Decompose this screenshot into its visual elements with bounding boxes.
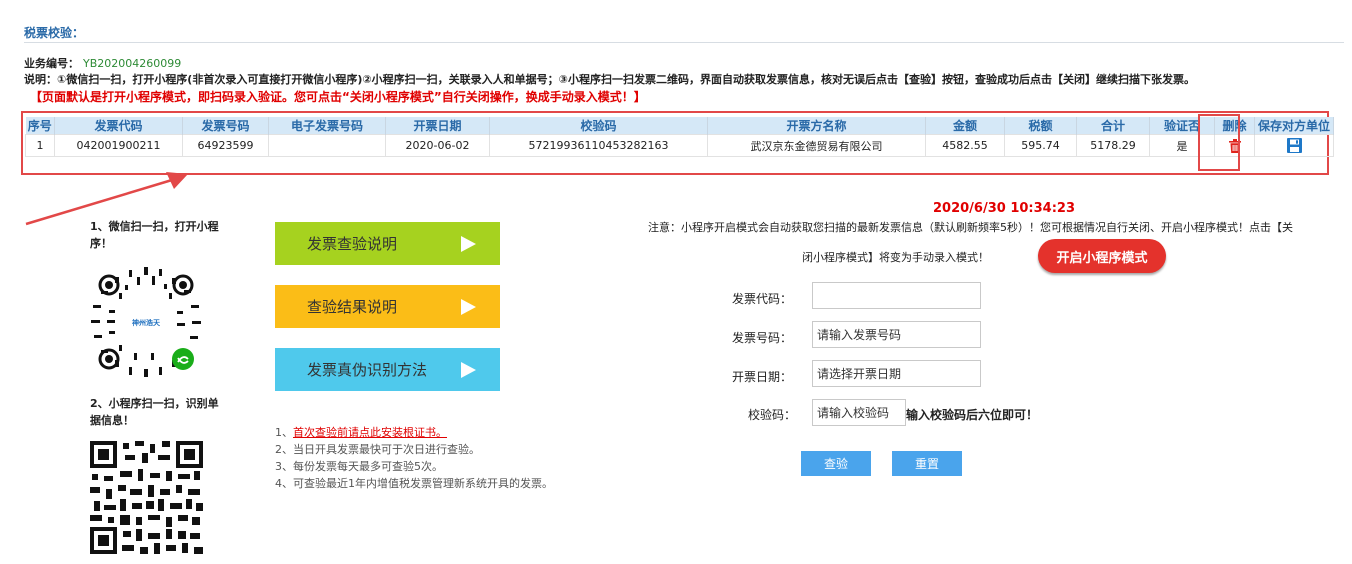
play-arrow-icon bbox=[461, 361, 476, 378]
business-number-label: 业务编号： bbox=[24, 57, 79, 70]
cell-check-code: 57219936110453282163 bbox=[489, 134, 708, 157]
delete-column-highlight bbox=[1198, 114, 1240, 171]
open-mini-program-button[interactable]: 开启小程序模式 bbox=[1038, 239, 1166, 273]
table-header-row: 序号 发票代码 发票号码 电子发票号码 开票日期 校验码 开票方名称 金额 税额… bbox=[25, 117, 1334, 135]
cell-issuer: 武汉京东金德贸易有限公司 bbox=[707, 134, 926, 157]
note-1: 1、首次查验前请点此安装根证书。 bbox=[275, 424, 553, 441]
instructions-text: 说明：①微信扫一扫，打开小程序(非首次录入可直接打开微信小程序)②小程序扫一扫，… bbox=[24, 73, 1195, 86]
invoice-code-label: 发票代码： bbox=[732, 292, 793, 306]
authenticity-method-button[interactable]: 发票真伪识别方法 bbox=[275, 348, 500, 391]
verify-result-guide-button[interactable]: 查验结果说明 bbox=[275, 285, 500, 328]
issue-date-input[interactable] bbox=[812, 360, 981, 387]
check-code-hint: 输入校验码后六位即可！ bbox=[906, 408, 1039, 422]
cell-amount: 4582.55 bbox=[925, 134, 1005, 157]
cell-invoice-code: 042001900211 bbox=[54, 134, 183, 157]
col-header-issuer: 开票方名称 bbox=[707, 117, 926, 135]
install-cert-link[interactable]: 首次查验前请点此安装根证书。 bbox=[293, 426, 447, 439]
mini-program-notice-line2: 闭小程序模式】将变为手动录入模式！ bbox=[802, 251, 989, 264]
verify-notes: 1、首次查验前请点此安装根证书。 2、当日开具发票最快可于次日进行查验。 3、每… bbox=[275, 424, 553, 492]
play-arrow-icon bbox=[461, 235, 476, 252]
mode-warning-text: 【页面默认是打开小程序模式，即扫码录入验证。您可点击“关闭小程序模式”自行关闭操… bbox=[30, 90, 646, 104]
cell-tax: 595.74 bbox=[1004, 134, 1077, 157]
cell-invoice-number: 64923599 bbox=[182, 134, 269, 157]
invoice-table: 序号 发票代码 发票号码 电子发票号码 开票日期 校验码 开票方名称 金额 税额… bbox=[25, 117, 1334, 157]
col-header-e-invoice-number: 电子发票号码 bbox=[268, 117, 386, 135]
step1-text: 1、微信扫一扫，打开小程序！ bbox=[90, 220, 219, 250]
verify-button[interactable]: 查验 bbox=[801, 451, 871, 476]
cell-total: 5178.29 bbox=[1076, 134, 1150, 157]
mini-program-code-icon: 神州浩天 bbox=[91, 267, 201, 377]
col-header-amount: 金额 bbox=[925, 117, 1005, 135]
cell-issue-date: 2020-06-02 bbox=[385, 134, 490, 157]
play-arrow-icon bbox=[461, 298, 476, 315]
invoice-verify-guide-button[interactable]: 发票查验说明 bbox=[275, 222, 500, 265]
table-row: 1 042001900211 64923599 2020-06-02 57219… bbox=[25, 134, 1334, 157]
mini-program-notice-line1: 注意：小程序开启模式会自动获取您扫描的最新发票信息（默认刷新频率5秒）！您可根据… bbox=[648, 221, 1293, 234]
note-2: 2、当日开具发票最快可于次日进行查验。 bbox=[275, 443, 480, 456]
business-number-value: YB202004260099 bbox=[83, 57, 182, 70]
verify-result-guide-label: 查验结果说明 bbox=[307, 298, 398, 316]
col-header-total: 合计 bbox=[1076, 117, 1150, 135]
qr1-logo-text: 神州浩天 bbox=[132, 318, 161, 327]
col-header-tax: 税额 bbox=[1004, 117, 1077, 135]
col-header-invoice-code: 发票代码 bbox=[54, 117, 183, 135]
business-number-row: 业务编号： YB202004260099 bbox=[24, 55, 181, 71]
col-header-index: 序号 bbox=[25, 117, 55, 135]
scan-qr-code-icon bbox=[90, 441, 203, 554]
col-header-save-party: 保存对方单位 bbox=[1254, 117, 1334, 135]
current-datetime: 2020/6/30 10:34:23 bbox=[933, 201, 1076, 216]
note-3: 3、每份发票每天最多可查验5次。 bbox=[275, 460, 443, 473]
cell-e-invoice-number bbox=[268, 134, 386, 157]
invoice-verify-guide-label: 发票查验说明 bbox=[307, 235, 398, 253]
check-code-input[interactable] bbox=[812, 399, 906, 426]
invoice-code-input[interactable] bbox=[812, 282, 981, 309]
col-header-check-code: 校验码 bbox=[489, 117, 708, 135]
reset-button[interactable]: 重置 bbox=[892, 451, 962, 476]
issue-date-label: 开票日期： bbox=[732, 370, 793, 384]
invoice-number-input[interactable] bbox=[812, 321, 981, 348]
note-4: 4、可查验最近1年内增值税发票管理新系统开具的发票。 bbox=[275, 477, 553, 490]
save-party-button[interactable] bbox=[1254, 134, 1334, 157]
check-code-label: 校验码： bbox=[747, 408, 796, 422]
note-1-prefix: 1、 bbox=[275, 426, 293, 439]
col-header-invoice-number: 发票号码 bbox=[182, 117, 269, 135]
save-disk-icon[interactable] bbox=[1286, 138, 1302, 153]
page-title: 税票校验： bbox=[24, 26, 85, 40]
invoice-number-label: 发票号码： bbox=[732, 331, 793, 345]
cell-index: 1 bbox=[25, 134, 55, 157]
authenticity-method-label: 发票真伪识别方法 bbox=[307, 361, 428, 379]
col-header-issue-date: 开票日期 bbox=[385, 117, 490, 135]
title-divider bbox=[24, 42, 1344, 43]
step2-text: 2、小程序扫一扫，识别单据信息！ bbox=[90, 397, 219, 427]
